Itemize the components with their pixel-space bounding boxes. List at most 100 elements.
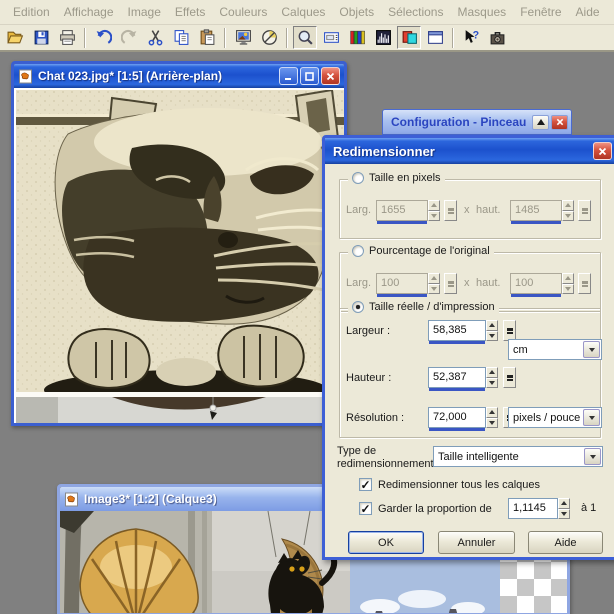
configuration-title-bar[interactable]: Configuration - Pinceau à c [383, 110, 571, 134]
toolbox-button[interactable] [485, 26, 509, 49]
color-palette-button[interactable] [345, 26, 369, 49]
chat023-close-button[interactable] [321, 67, 340, 85]
pixel-width-spinner[interactable]: 1655 [376, 200, 440, 221]
resize-type-combobox[interactable]: Taille intelligente [433, 446, 603, 467]
paste-button[interactable] [195, 26, 219, 49]
cut-button[interactable] [143, 26, 167, 49]
configuration-window-title: Configuration - Pinceau à c [391, 115, 530, 129]
tool-options-button[interactable] [319, 26, 343, 49]
ok-button[interactable]: OK [348, 531, 424, 554]
histogram-button[interactable] [371, 26, 395, 49]
menu-edition[interactable]: Edition [6, 2, 57, 22]
open-button[interactable] [3, 26, 27, 49]
print-button[interactable] [55, 26, 79, 49]
percent-width-slider-button[interactable] [444, 273, 457, 294]
pixel-height-slider-button[interactable] [578, 200, 591, 221]
menu-effets[interactable]: Effets [168, 2, 212, 22]
spin-down-button[interactable] [486, 377, 498, 388]
menu-selections[interactable]: Sélections [381, 2, 450, 22]
resize-all-layers-checkbox[interactable]: ✓ Redimensionner tous les calques [359, 478, 540, 491]
spin-up-button[interactable] [486, 320, 498, 331]
undo-button[interactable] [91, 26, 115, 49]
normal-viewing-button[interactable] [257, 26, 281, 49]
menu-aide[interactable]: Aide [569, 2, 607, 22]
spin-up-button[interactable] [562, 200, 574, 211]
actual-width-label: Largeur : [346, 325, 391, 337]
menu-calques[interactable]: Calques [274, 2, 332, 22]
camera-box-icon [490, 31, 504, 45]
full-screen-preview-button[interactable] [231, 26, 255, 49]
checkmark-icon: ✓ [360, 477, 371, 492]
help-button[interactable]: Aide [528, 531, 603, 554]
spin-down-button[interactable] [486, 417, 498, 428]
spin-up-button[interactable] [562, 273, 574, 284]
chat023-canvas[interactable] [14, 88, 344, 423]
app-root: { "menu": { "items": ["Edition","Afficha… [0, 0, 614, 614]
pixel-size-legend: Taille en pixels [369, 172, 441, 184]
spin-up-button[interactable] [428, 273, 440, 284]
actual-size-legend: Taille réelle / d'impression [369, 301, 495, 313]
monitor-preview-icon [235, 30, 251, 45]
chat023-minimize-button[interactable] [279, 67, 298, 85]
actual-height-slider-button[interactable] [503, 367, 516, 388]
layer-palette-button[interactable] [397, 26, 421, 49]
menu-masques[interactable]: Masques [450, 2, 513, 22]
combo-dropdown-icon[interactable] [583, 409, 600, 426]
spin-up-button[interactable] [558, 498, 570, 509]
combo-dropdown-icon[interactable] [583, 341, 600, 358]
spin-down-button[interactable] [486, 330, 498, 341]
configuration-close-button[interactable] [551, 114, 568, 130]
menu-objets[interactable]: Objets [332, 2, 381, 22]
keep-proportion-checkbox[interactable]: ✓ Garder la proportion de [359, 502, 492, 515]
unit-combobox[interactable]: cm [508, 339, 602, 360]
proportion-spinner[interactable]: 1,1145 [508, 498, 570, 519]
chat023-maximize-button[interactable] [300, 67, 319, 85]
resolution-spinner[interactable]: 72,000 [428, 407, 498, 428]
copy-button[interactable] [169, 26, 193, 49]
magnifier-icon [298, 30, 313, 45]
resolution-unit-combobox[interactable]: pixels / pouce [508, 407, 602, 428]
percent-size-radio[interactable] [352, 245, 364, 257]
undo-arrow-icon [96, 29, 112, 44]
menu-affichage[interactable]: Affichage [57, 2, 121, 22]
pixel-height-spinner[interactable]: 1485 [510, 200, 574, 221]
redo-arrow-icon [120, 29, 136, 44]
actual-height-spinner[interactable]: 52,387 [428, 367, 498, 388]
percent-height-spinner[interactable]: 100 [510, 273, 574, 294]
context-help-button[interactable]: ? [459, 26, 483, 49]
resize-dialog-close-button[interactable] [593, 142, 612, 160]
spin-down-button[interactable] [428, 210, 440, 221]
spin-down-button[interactable] [562, 210, 574, 221]
toolbar-separator [224, 27, 226, 48]
menu-image[interactable]: Image [121, 2, 168, 22]
spin-down-button[interactable] [428, 283, 440, 294]
pixel-size-radio[interactable] [352, 172, 364, 184]
chat023-title-bar[interactable]: Chat 023.jpg* [1:5] (Arrière-plan) [14, 64, 344, 88]
gold-shell-photo [60, 511, 212, 613]
pixel-width-slider-button[interactable] [444, 200, 457, 221]
save-button[interactable] [29, 26, 53, 49]
actual-size-radio[interactable] [352, 301, 364, 313]
spin-up-button[interactable] [486, 407, 498, 418]
combo-dropdown-icon[interactable] [584, 448, 601, 465]
resize-dialog-title-bar[interactable]: Redimensionner [325, 138, 614, 164]
roll-up-icon [536, 119, 545, 125]
actual-width-spinner[interactable]: 58,385 [428, 320, 498, 341]
overview-window-button[interactable] [423, 26, 447, 49]
menu-fenetre[interactable]: Fenêtre [513, 2, 568, 22]
spin-down-button[interactable] [562, 283, 574, 294]
percent-x-label: x [464, 277, 470, 289]
redo-button[interactable] [117, 26, 141, 49]
actual-width-slider-button[interactable] [503, 320, 516, 341]
spin-up-button[interactable] [486, 367, 498, 378]
spin-up-button[interactable] [428, 200, 440, 211]
percent-width-spinner[interactable]: 100 [376, 273, 440, 294]
menu-couleurs[interactable]: Couleurs [212, 2, 274, 22]
percent-height-slider-button[interactable] [578, 273, 591, 294]
scissors-icon [148, 30, 162, 46]
configuration-rollup-button[interactable] [532, 114, 549, 130]
spin-down-button[interactable] [558, 508, 570, 519]
zoom-tool-button[interactable] [293, 26, 317, 49]
checkmark-icon: ✓ [360, 501, 371, 516]
cancel-button[interactable]: Annuler [438, 531, 515, 554]
